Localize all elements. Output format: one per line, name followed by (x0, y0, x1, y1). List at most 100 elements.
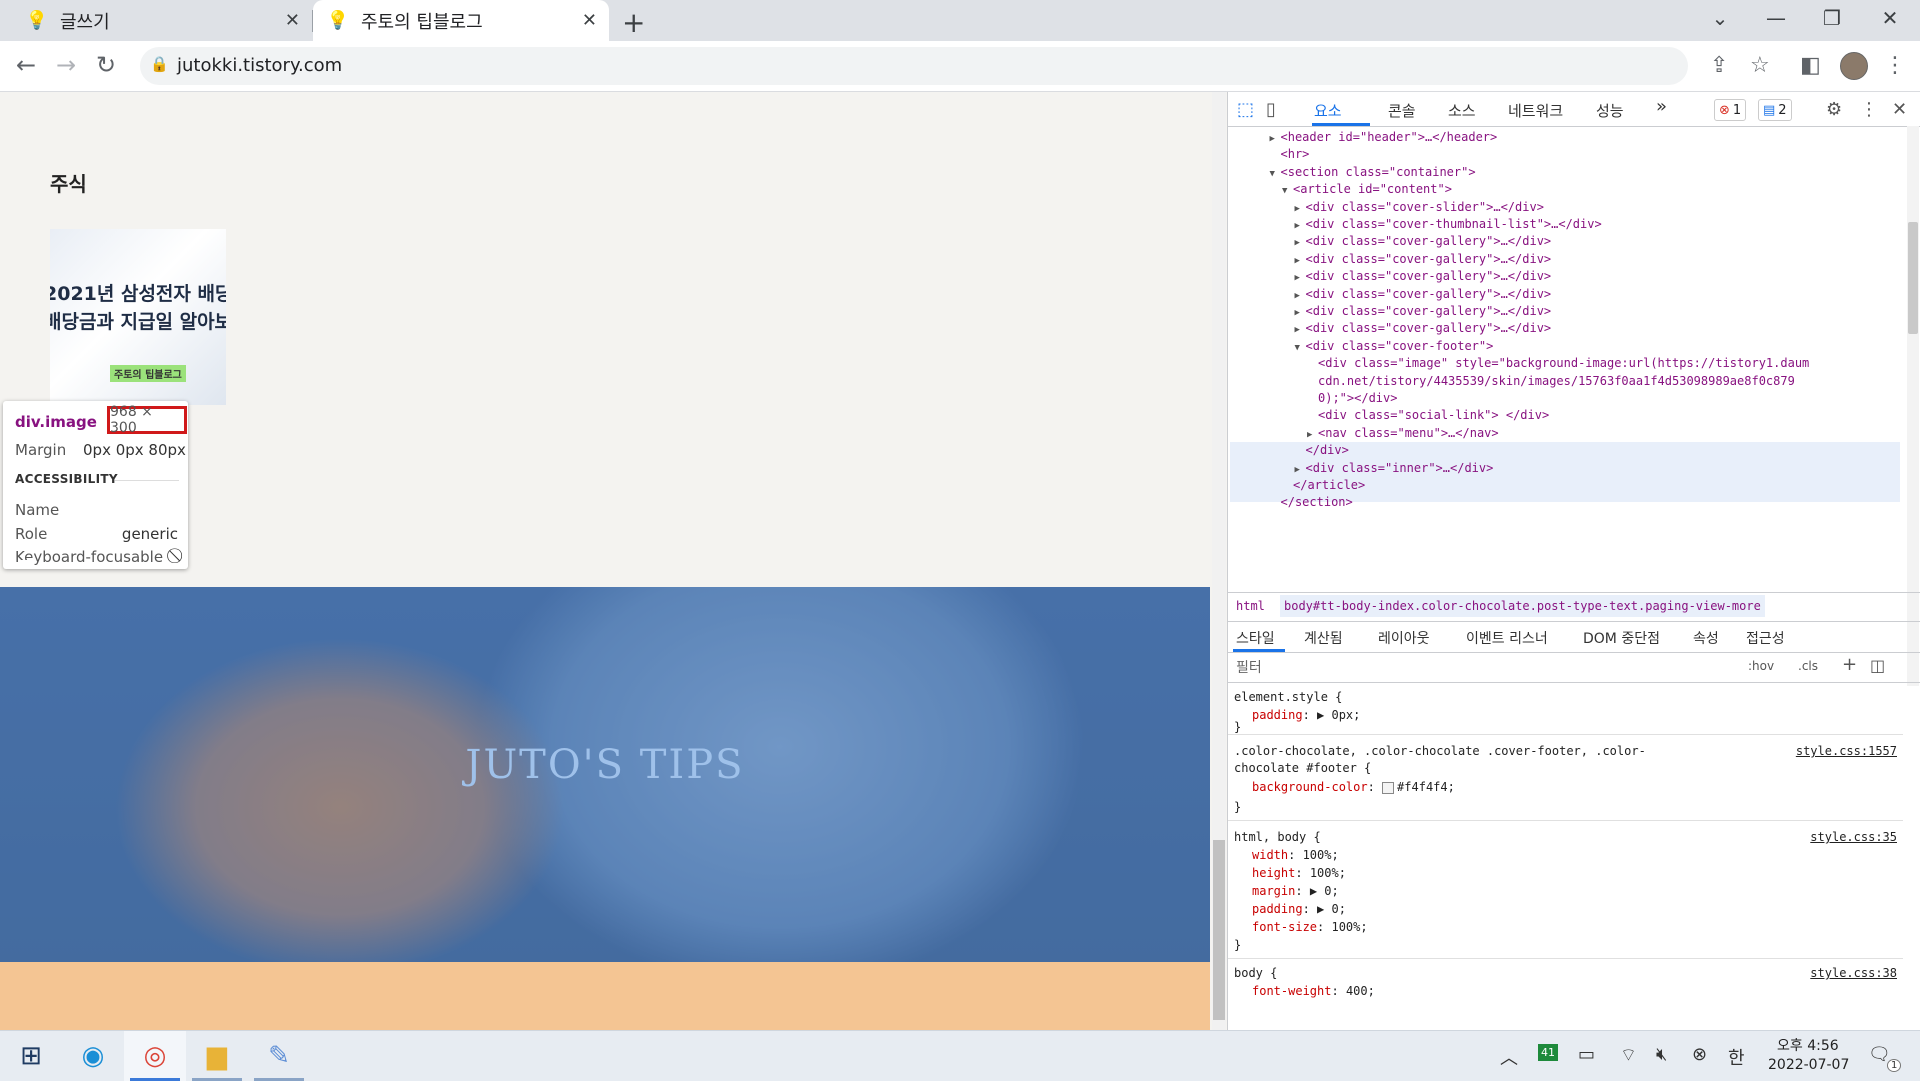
tab-write[interactable]: 💡 글쓰기 ✕ (12, 0, 312, 41)
file-explorer-icon[interactable]: ▆ (186, 1031, 248, 1081)
maximize-icon[interactable]: ❐ (1812, 6, 1852, 30)
rule-property[interactable]: font-weight: 400; (1252, 984, 1375, 998)
hov-toggle[interactable]: :hov (1748, 659, 1774, 673)
wifi-icon[interactable]: ⌔ (1620, 1044, 1637, 1067)
edge-icon[interactable]: ◉ (62, 1031, 124, 1081)
battery-icon[interactable]: ▭ (1578, 1044, 1595, 1065)
collapse-arrow-icon[interactable]: ▼ (1282, 186, 1293, 196)
dom-node-line[interactable]: ▼ <div class="cover-footer"> (1295, 339, 1494, 353)
subtab-properties[interactable]: 속성 (1693, 628, 1719, 648)
message-badge[interactable]: ▤ 2 (1758, 99, 1792, 121)
volume-muted-icon[interactable]: 🔇︎ (1656, 1044, 1667, 1065)
subtab-dom-breakpoints[interactable]: DOM 중단점 (1583, 628, 1660, 648)
rule-source-link[interactable]: style.css:38 (1810, 966, 1897, 980)
dom-node-line[interactable]: <div class="image" style="background-ima… (1307, 356, 1809, 370)
expand-arrow-icon[interactable]: ▶ (1295, 308, 1306, 318)
close-tab-icon[interactable]: ✕ (285, 10, 300, 31)
dom-node-line[interactable]: ▶ <header id="header">…</header> (1270, 130, 1498, 144)
paint-icon[interactable]: ✎ (248, 1031, 310, 1081)
url-text[interactable]: jutokki.tistory.com (177, 55, 342, 76)
filter-input[interactable]: 필터 (1236, 657, 1262, 677)
clock-time[interactable]: 오후 4:56 (1777, 1035, 1839, 1055)
new-tab-button[interactable]: + (622, 6, 645, 39)
clock-date[interactable]: 2022-07-07 (1768, 1057, 1849, 1073)
inspect-element-icon[interactable]: ⬚ (1237, 99, 1254, 120)
tab-blog[interactable]: 💡 주토의 팁블로그 ✕ (313, 0, 609, 41)
share-icon[interactable]: ⇪ (1710, 53, 1728, 78)
dom-node-line[interactable]: ▶ <div class="cover-gallery">…</div> (1295, 234, 1552, 248)
new-rule-button[interactable]: + (1842, 654, 1857, 675)
breadcrumb-html[interactable]: html (1236, 599, 1265, 613)
subtab-styles[interactable]: 스타일 (1236, 628, 1275, 648)
dom-node-line[interactable]: ▶ <div class="cover-gallery">…</div> (1295, 304, 1552, 318)
window-close-icon[interactable]: ✕ (1870, 6, 1910, 30)
devtools-menu-icon[interactable]: ⋮ (1860, 99, 1878, 120)
dom-node-line[interactable]: ▼ <section class="container"> (1270, 165, 1476, 179)
tab-sources[interactable]: 소스 (1448, 100, 1476, 121)
close-devtools-icon[interactable]: ✕ (1892, 99, 1907, 120)
styles-pane[interactable]: element.style { padding: ▶ 0px; } .color… (1228, 682, 1903, 1030)
breadcrumb-body[interactable]: body#tt-body-index.color-chocolate.post-… (1280, 595, 1765, 617)
dom-node-line[interactable]: ▶ <nav class="menu">…</nav> (1307, 426, 1499, 440)
minimize-icon[interactable]: — (1756, 6, 1796, 30)
back-arrow-icon[interactable]: ← (16, 51, 36, 79)
post-thumbnail[interactable]: 2021년 삼성전자 배당일 배당금과 지급일 알아보 주토의 팁블로그 (50, 229, 226, 405)
dom-node-line[interactable]: ▼ <article id="content"> (1282, 182, 1452, 196)
expand-arrow-icon[interactable]: ▶ (1307, 430, 1318, 440)
dom-node-line[interactable]: ▶ <div class="cover-slider">…</div> (1295, 200, 1544, 214)
rule-property[interactable]: background-color: #f4f4f4; (1252, 780, 1455, 794)
dom-node-line[interactable]: ▶ <div class="cover-gallery">…</div> (1295, 321, 1552, 335)
rule-source-link[interactable]: style.css:1557 (1796, 744, 1897, 758)
tab-console[interactable]: 콘솔 (1388, 100, 1416, 121)
subtab-computed[interactable]: 계산됨 (1304, 628, 1343, 648)
dom-tree[interactable]: ▶ <header id="header">…</header> <hr> ▼ <sec… (1228, 126, 1903, 592)
dom-node-line[interactable]: ▶ <div class="cover-gallery">…</div> (1295, 269, 1552, 283)
expand-arrow-icon[interactable]: ▶ (1295, 204, 1306, 214)
collapse-arrow-icon[interactable]: ▼ (1295, 343, 1306, 353)
expand-arrow-icon[interactable]: ▶ (1295, 291, 1306, 301)
error-badge[interactable]: ⊗ 1 (1714, 99, 1747, 121)
bookmark-star-icon[interactable]: ☆ (1750, 53, 1770, 78)
rule-property[interactable]: padding: ▶ 0px; (1252, 708, 1360, 722)
address-bar[interactable] (140, 47, 1688, 85)
tab-performance[interactable]: 성능 (1596, 100, 1624, 121)
collapse-arrow-icon[interactable]: ▼ (1270, 169, 1281, 179)
expand-arrow-icon[interactable]: ▶ (1295, 238, 1306, 248)
rule-property[interactable]: width: 100%; (1252, 848, 1339, 862)
tray-overflow-icon[interactable]: ︿ (1500, 1044, 1518, 1070)
windows-start-icon[interactable]: ⊞ (0, 1031, 62, 1081)
expand-arrow-icon[interactable]: ▶ (1295, 325, 1306, 335)
tab-elements[interactable]: 요소 (1314, 100, 1342, 121)
dom-node-line[interactable]: ▶ <div class="inner">…</div> (1295, 461, 1494, 475)
color-swatch[interactable] (1382, 781, 1395, 794)
dom-node-line[interactable]: cdn.net/tistory/4435539/skin/images/1576… (1307, 374, 1795, 388)
rule-selector[interactable]: element.style { (1234, 690, 1342, 704)
expand-arrow-icon[interactable]: ▶ (1295, 465, 1306, 475)
dom-node-line[interactable]: <div class="social-link"> </div> (1307, 408, 1549, 422)
dom-node-line[interactable]: ▶ <div class="cover-gallery">…</div> (1295, 287, 1552, 301)
rule-selector[interactable]: body { (1234, 966, 1277, 980)
profile-avatar[interactable] (1840, 52, 1868, 80)
rule-property[interactable]: padding: ▶ 0; (1252, 902, 1346, 916)
dom-node-line[interactable]: </article> (1282, 478, 1365, 492)
dom-node-line[interactable]: </section> (1270, 495, 1353, 509)
chrome-icon[interactable]: ◎ (124, 1031, 186, 1081)
dom-scrollbar-thumb[interactable] (1908, 222, 1918, 334)
rule-source-link[interactable]: style.css:35 (1810, 830, 1897, 844)
tab-search-icon[interactable]: ⌄ (1700, 6, 1740, 30)
expand-arrow-icon[interactable]: ▶ (1295, 273, 1306, 283)
lock-icon[interactable]: 🔒 (150, 55, 169, 73)
more-tabs-icon[interactable]: » (1656, 96, 1667, 117)
close-tab-icon[interactable]: ✕ (582, 10, 597, 31)
tab-network[interactable]: 네트워크 (1508, 100, 1563, 121)
rule-property[interactable]: font-size: 100%; (1252, 920, 1368, 934)
dom-node-line[interactable]: <hr> (1270, 147, 1310, 161)
tray-app-badge[interactable]: 41 (1538, 1044, 1558, 1061)
ime-indicator[interactable]: 한 (1728, 1044, 1745, 1070)
expand-arrow-icon[interactable]: ▶ (1295, 221, 1306, 231)
subtab-layout[interactable]: 레이아웃 (1378, 628, 1430, 648)
reload-icon[interactable]: ↻ (96, 51, 116, 79)
rule-property[interactable]: margin: ▶ 0; (1252, 884, 1339, 898)
dom-node-line[interactable]: ▶ <div class="cover-thumbnail-list">…</di… (1295, 217, 1602, 231)
device-toolbar-icon[interactable]: ▯ (1266, 99, 1276, 120)
